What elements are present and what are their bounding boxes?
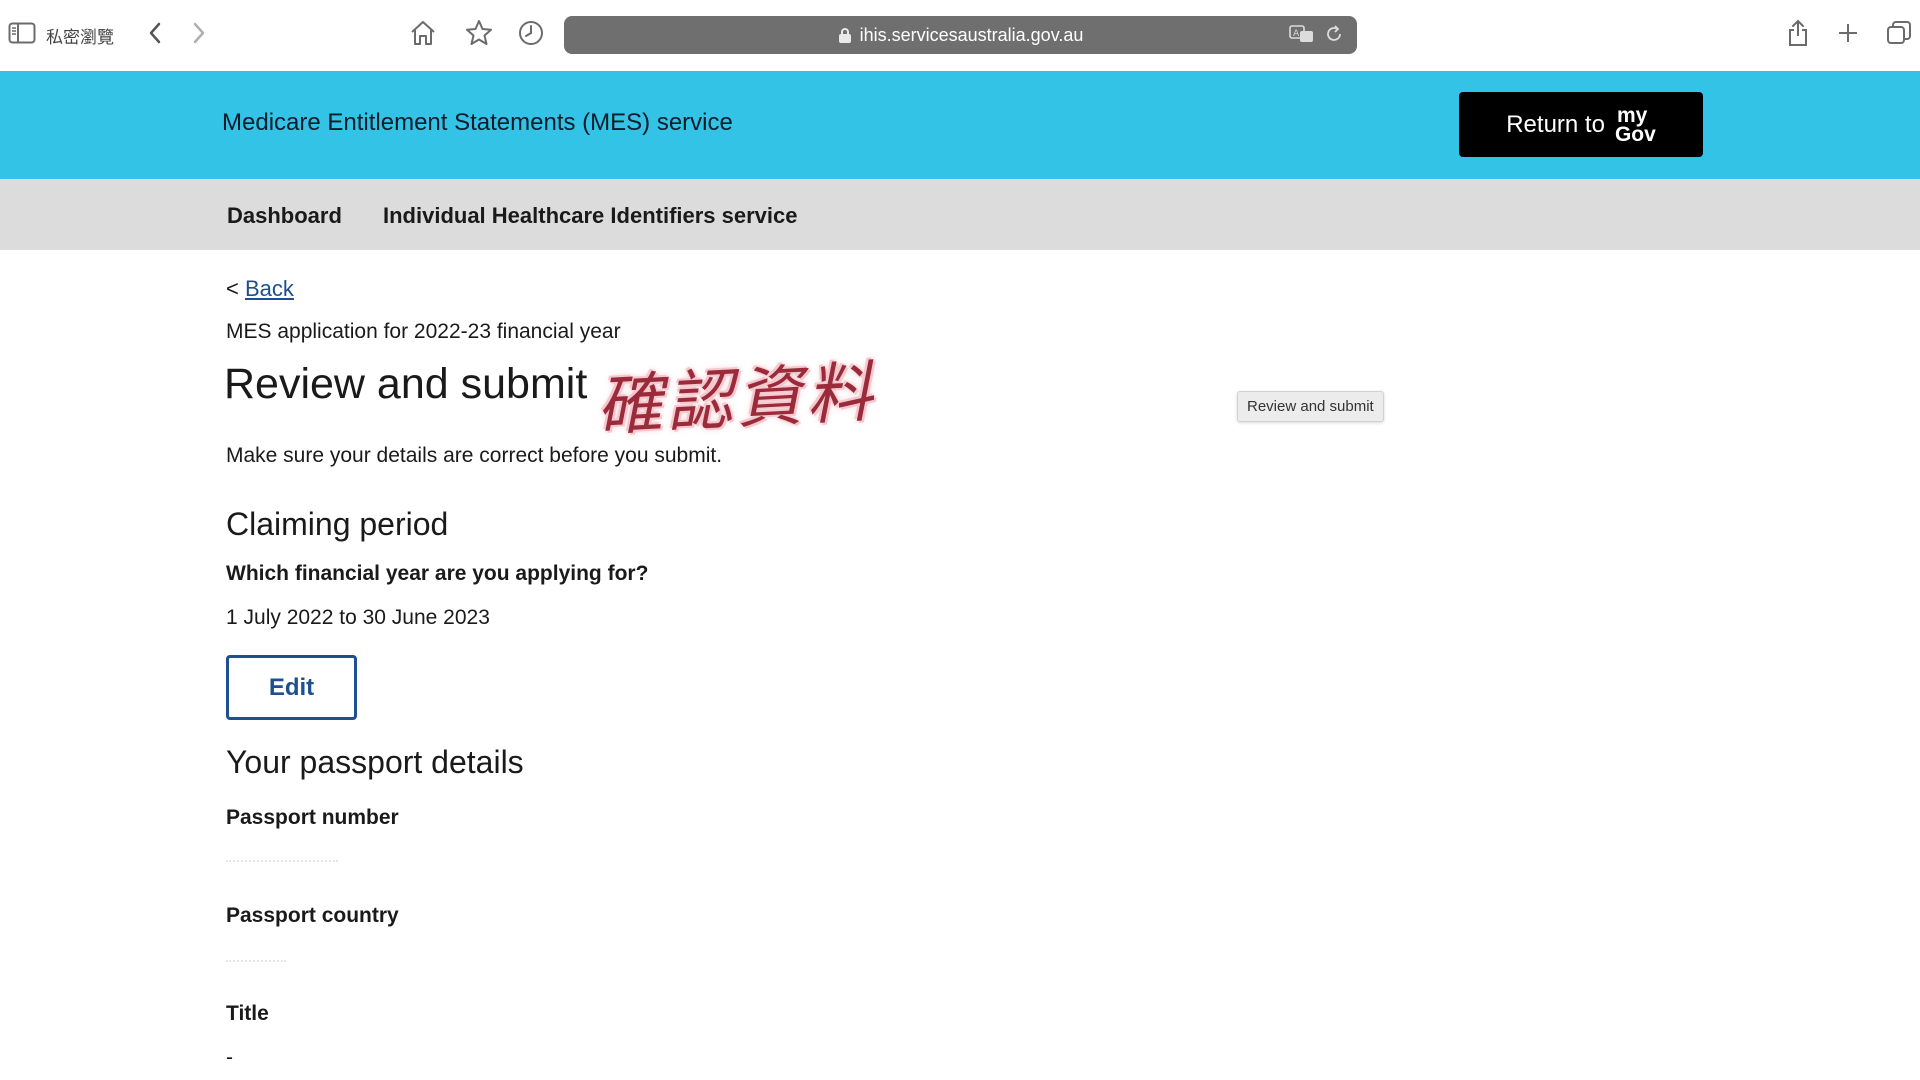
browser-toolbar: 私密瀏覽 ihis.servicesaustralia.gov.au A [0,0,1920,71]
lock-icon [838,27,852,44]
home-button[interactable] [404,16,442,54]
bookmark-button[interactable] [460,16,498,54]
site-header: Medicare Entitlement Statements (MES) se… [0,71,1920,179]
passport-number-redacted [226,852,338,862]
page-title: Review and submit [224,360,588,408]
intro-text: Make sure your details are correct befor… [226,444,723,467]
plus-icon [1837,22,1859,49]
passport-country-label: Passport country [226,904,399,927]
share-button[interactable] [1779,16,1817,54]
browser-back-button[interactable] [138,18,172,52]
reload-icon[interactable] [1325,24,1343,49]
svg-text:A: A [1293,29,1300,39]
new-tab-button[interactable] [1829,16,1867,54]
clock-icon [517,19,545,52]
sidebar-icon [8,22,36,49]
financial-year-answer: 1 July 2022 to 30 June 2023 [226,606,490,629]
browser-forward-button[interactable] [182,18,216,52]
nav-item-ihi-service[interactable]: Individual Healthcare Identifiers servic… [383,203,798,229]
claiming-period-heading: Claiming period [226,506,449,542]
back-link[interactable]: Back [245,276,294,301]
passport-country-redacted [226,952,286,962]
star-icon [465,19,493,52]
translate-icon[interactable]: A [1289,24,1315,49]
tabs-icon [1886,20,1912,51]
return-label: Return to [1506,110,1605,138]
private-browsing-label: 私密瀏覽 [46,27,114,48]
title-value: - [226,1046,233,1069]
chinese-sticker-annotation: 確認資料 [594,353,879,446]
mygov-logo: my Gov [1614,103,1656,146]
share-icon [1786,18,1810,53]
service-title: Medicare Entitlement Statements (MES) se… [222,109,733,136]
main-nav: Dashboard Individual Healthcare Identifi… [0,179,1920,250]
home-icon [409,19,437,52]
back-chevron: < [226,276,239,301]
return-to-mygov-button[interactable]: Return to my Gov [1459,92,1703,157]
address-bar[interactable]: ihis.servicesaustralia.gov.au A [564,16,1357,54]
back-link-row: < Back [226,276,294,302]
sidebar-toggle-button[interactable]: 私密瀏覽 [8,20,114,50]
passport-details-heading: Your passport details [226,744,524,780]
main-content: < Back MES application for 2022-23 finan… [0,250,1920,1080]
history-button[interactable] [512,16,550,54]
chevron-left-icon [147,21,163,50]
tab-overview-button[interactable] [1880,16,1918,54]
nav-item-dashboard[interactable]: Dashboard [227,203,342,229]
title-label: Title [226,1002,269,1025]
edit-button[interactable]: Edit [226,655,357,720]
page-caption: MES application for 2022-23 financial ye… [226,320,621,343]
url-text: ihis.servicesaustralia.gov.au [859,24,1084,45]
passport-number-label: Passport number [226,806,399,829]
financial-year-question: Which financial year are you applying fo… [226,562,649,585]
chevron-right-icon [191,21,207,50]
tooltip: Review and submit [1237,391,1384,422]
